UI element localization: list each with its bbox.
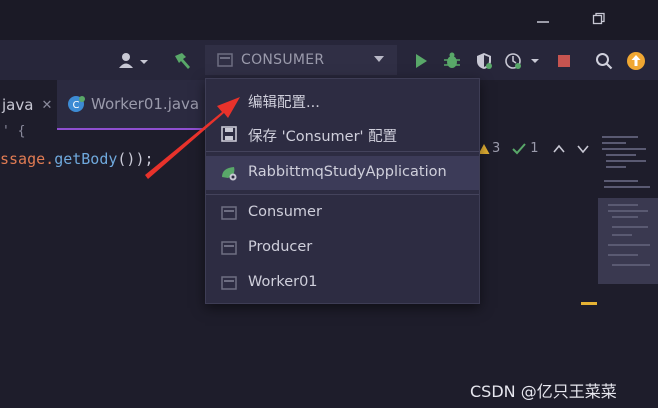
annotation-arrow [145, 97, 240, 179]
watermark: CSDN @亿只王菜菜 [470, 382, 617, 401]
